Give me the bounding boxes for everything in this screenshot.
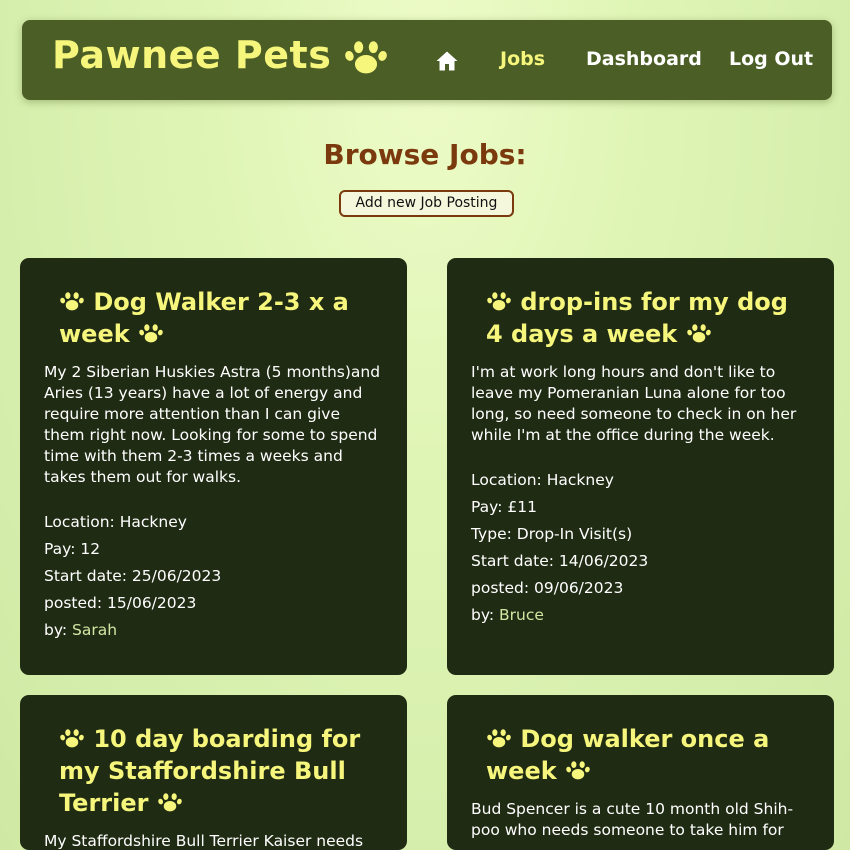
start-date-value: 25/06/2023 (131, 567, 222, 585)
job-title-text: drop-ins for my dog 4 days a week (486, 288, 788, 348)
posted-value: 09/06/2023 (534, 579, 624, 597)
posted-label: posted: (44, 594, 103, 612)
nav-jobs[interactable]: Jobs (500, 48, 545, 70)
job-description: My 2 Siberian Huskies Astra (5 months)an… (44, 363, 381, 486)
paw-icon (157, 788, 183, 814)
job-pay: Pay: £11 (471, 494, 810, 521)
job-card[interactable]: Dog walker once a week Bud Spencer is a … (447, 695, 834, 850)
job-title-text: Dog Walker 2-3 x a week (59, 288, 349, 348)
posted-value: 15/06/2023 (107, 594, 197, 612)
job-title: Dog Walker 2-3 x a week (59, 286, 383, 350)
pay-label: Pay: (44, 540, 76, 558)
paw-icon (486, 287, 512, 313)
location-label: Location: (44, 513, 115, 531)
job-description: Bud Spencer is a cute 10 month old Shih-… (471, 800, 794, 839)
by-label: by: (471, 606, 495, 624)
job-description: I'm at work long hours and don't like to… (471, 363, 797, 444)
job-start-date: Start date: 25/06/2023 (44, 563, 383, 590)
start-date-label: Start date: (44, 567, 127, 585)
job-meta: Location: Hackney Pay: £11 Type: Drop-In… (471, 467, 810, 629)
pay-value: 12 (80, 540, 101, 558)
home-icon[interactable] (435, 49, 459, 73)
brand-name: Pawnee Pets (52, 33, 332, 77)
job-title-text: Dog walker once a week (486, 725, 770, 785)
paw-icon (138, 319, 164, 345)
pay-value: £11 (507, 498, 537, 516)
nav-logout[interactable]: Log Out (729, 48, 813, 70)
job-type: Type: Drop-In Visit(s) (471, 521, 810, 548)
start-date-label: Start date: (471, 552, 554, 570)
job-title: 10 day boarding for my Staffordshire Bul… (59, 723, 383, 819)
job-start-date: Start date: 14/06/2023 (471, 548, 810, 575)
location-value: Hackney (546, 471, 614, 489)
job-title-text: 10 day boarding for my Staffordshire Bul… (59, 725, 361, 817)
job-location: Location: Hackney (471, 467, 810, 494)
job-card[interactable]: drop-ins for my dog 4 days a week I'm at… (447, 258, 834, 675)
paw-icon (59, 287, 85, 313)
paw-icon (59, 724, 85, 750)
paw-icon (343, 32, 389, 78)
brand-logo[interactable]: Pawnee Pets (52, 32, 389, 78)
job-author: by: Bruce (471, 602, 810, 629)
job-title: drop-ins for my dog 4 days a week (486, 286, 810, 350)
job-location: Location: Hackney (44, 509, 383, 536)
pay-label: Pay: (471, 498, 503, 516)
job-card[interactable]: 10 day boarding for my Staffordshire Bul… (20, 695, 407, 850)
type-label: Type: (471, 525, 512, 543)
author-link[interactable]: Bruce (499, 606, 544, 624)
nav-dashboard[interactable]: Dashboard (586, 48, 702, 70)
paw-icon (686, 319, 712, 345)
posted-label: posted: (471, 579, 530, 597)
paw-icon (486, 724, 512, 750)
job-meta: Location: Hackney Pay: 12 Start date: 25… (44, 509, 383, 644)
by-label: by: (44, 621, 68, 639)
navbar: Pawnee Pets Jobs Dashboard Log Out (22, 20, 832, 100)
add-job-posting-button[interactable]: Add new Job Posting (339, 190, 514, 217)
job-description: My Staffordshire Bull Terrier Kaiser nee… (44, 832, 364, 850)
type-value: Drop-In Visit(s) (516, 525, 633, 543)
job-title: Dog walker once a week (486, 723, 810, 787)
job-author: by: Sarah (44, 617, 383, 644)
start-date-value: 14/06/2023 (558, 552, 649, 570)
paw-icon (565, 756, 591, 782)
page-title: Browse Jobs: (323, 138, 527, 171)
author-link[interactable]: Sarah (72, 621, 117, 639)
job-posted: posted: 09/06/2023 (471, 575, 810, 602)
job-posted: posted: 15/06/2023 (44, 590, 383, 617)
job-pay: Pay: 12 (44, 536, 383, 563)
location-label: Location: (471, 471, 542, 489)
job-card[interactable]: Dog Walker 2-3 x a week My 2 Siberian Hu… (20, 258, 407, 675)
location-value: Hackney (119, 513, 187, 531)
